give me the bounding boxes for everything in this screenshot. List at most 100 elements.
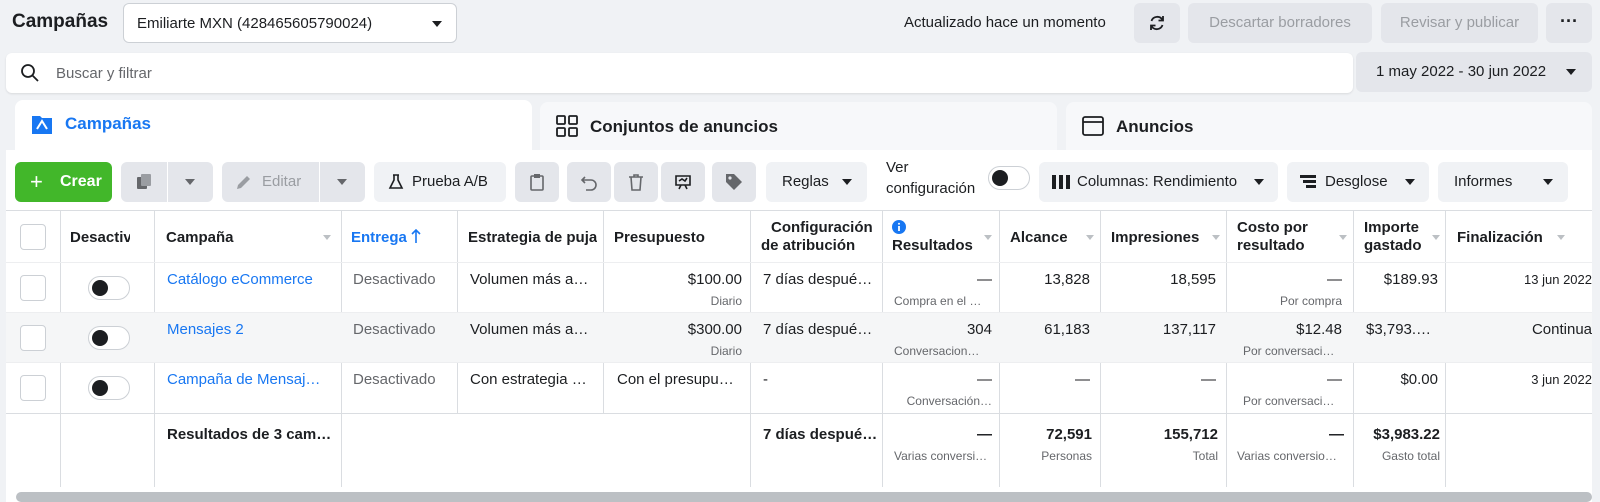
impressions-value: — — [1201, 371, 1216, 388]
horizontal-scrollbar[interactable] — [16, 492, 1592, 502]
grid-icon — [556, 115, 578, 137]
breakdown-label: Desglose — [1325, 173, 1388, 190]
campaign-name-link[interactable]: Campaña de Mensaj… — [167, 371, 337, 388]
tab-campaigns[interactable]: Campañas — [15, 100, 532, 150]
row-checkbox[interactable] — [20, 275, 46, 301]
chevron-down-icon — [185, 179, 195, 185]
results-value: 304 — [966, 321, 992, 338]
toggle-knob — [92, 280, 108, 296]
toolbar: + Crear Editar Prueba A/B Reglas Ver con… — [6, 150, 1592, 210]
end-date: 13 jun 2022 — [1524, 272, 1592, 287]
campaign-toggle[interactable] — [88, 376, 130, 400]
end-date: 3 jun 2022 — [1531, 372, 1592, 387]
account-name: Emiliarte MXN (428465605790024) — [137, 15, 373, 32]
tab-ad-sets[interactable]: Conjuntos de anuncios — [540, 102, 1057, 150]
edit-label: Editar — [262, 173, 302, 190]
chevron-down-icon — [337, 179, 347, 185]
rules-label: Reglas — [782, 173, 829, 190]
more-options-button[interactable]: ··· — [1546, 3, 1592, 43]
undo-button[interactable] — [567, 162, 611, 202]
chevron-down-icon — [1543, 179, 1553, 185]
amount-spent: $189.93 — [1383, 271, 1438, 288]
campaigns-panel: + Crear Editar Prueba A/B Reglas Ver con… — [6, 150, 1592, 502]
tab-campaigns-label: Campañas — [65, 114, 151, 133]
reach-value: 13,828 — [1044, 271, 1090, 288]
discard-drafts-button[interactable]: Descartar borradores — [1188, 3, 1372, 43]
date-range-label: 1 may 2022 - 30 jun 2022 — [1376, 63, 1547, 80]
totals-impressions: 155,712 — [1163, 426, 1218, 443]
compare-icon — [675, 175, 691, 190]
edit-menu-button[interactable] — [320, 162, 365, 202]
column-header-delivery[interactable]: Entrega — [351, 211, 451, 263]
budget-value: $300.00 — [687, 321, 742, 338]
totals-reach: 72,591 — [1046, 426, 1092, 443]
totals-results-sub: Varias conversi… — [894, 449, 988, 463]
results-value: — — [977, 271, 992, 288]
compare-button[interactable] — [661, 162, 705, 202]
cost-per-result-sub: Por conversaci… — [1243, 394, 1335, 408]
campaign-toggle[interactable] — [88, 276, 130, 300]
ab-test-button[interactable]: Prueba A/B — [374, 162, 506, 202]
columns-icon — [1052, 175, 1070, 189]
undo-icon — [580, 176, 597, 191]
amount-spent: $0.00 — [1400, 371, 1438, 388]
review-publish-button[interactable]: Revisar y publicar — [1381, 3, 1538, 43]
row-checkbox[interactable] — [20, 325, 46, 351]
plus-icon: + — [30, 169, 43, 194]
edit-button[interactable]: Editar — [222, 162, 319, 202]
tab-ads[interactable]: Anuncios — [1066, 102, 1592, 150]
top-bar: Campañas Emiliarte MXN (428465605790024)… — [0, 0, 1600, 46]
refresh-button[interactable] — [1134, 3, 1180, 43]
reports-button[interactable]: Informes — [1438, 162, 1568, 202]
account-select[interactable]: Emiliarte MXN (428465605790024) — [123, 3, 457, 43]
duplicate-menu-button[interactable] — [168, 162, 213, 202]
totals-cost-per-result: — — [1329, 426, 1344, 443]
column-header-budget[interactable]: Presupuesto — [614, 211, 744, 263]
column-header-results[interactable]: Resultados — [892, 211, 996, 263]
column-header-attribution[interactable]: Configuración de atribución — [761, 211, 876, 263]
reports-label: Informes — [1454, 173, 1513, 190]
impressions-value: 18,595 — [1170, 271, 1216, 288]
row-checkbox[interactable] — [20, 375, 46, 401]
column-header-campaign[interactable]: Campaña — [166, 211, 336, 263]
column-header-impressions[interactable]: Impresiones — [1111, 211, 1223, 263]
column-header-off[interactable]: Desactiv — [70, 211, 150, 263]
rules-button[interactable]: Reglas — [766, 162, 867, 202]
column-header-end-date[interactable]: Finalización — [1457, 211, 1592, 263]
columns-label: Columnas: Rendimiento — [1077, 173, 1238, 190]
clipboard-button[interactable] — [515, 162, 559, 202]
cost-per-result: — — [1327, 271, 1342, 288]
pencil-icon — [237, 176, 250, 189]
column-header-reach[interactable]: Alcance — [1010, 211, 1096, 263]
chevron-down-icon — [1405, 179, 1415, 185]
campaign-toggle[interactable] — [88, 326, 130, 350]
campaign-folder-icon — [32, 116, 52, 134]
arrow-up-icon — [411, 229, 421, 243]
tag-button[interactable] — [712, 162, 756, 202]
date-range-picker[interactable]: 1 may 2022 - 30 jun 2022 — [1356, 52, 1592, 92]
chevron-down-icon — [1566, 69, 1576, 75]
view-settings-toggle[interactable] — [988, 166, 1030, 190]
search-input[interactable] — [56, 61, 1256, 85]
flask-icon — [388, 174, 404, 189]
campaign-name-link[interactable]: Mensajes 2 — [167, 321, 337, 338]
column-header-bid-strategy[interactable]: Estrategia de puja — [468, 211, 598, 263]
toggle-knob — [92, 380, 108, 396]
refresh-icon — [1150, 15, 1164, 31]
column-header-amount-spent[interactable]: Importe gastado — [1364, 211, 1442, 263]
columns-button[interactable]: Columnas: Rendimiento — [1039, 162, 1278, 202]
totals-amount-spent-sub: Gasto total — [1381, 449, 1440, 463]
info-icon — [892, 220, 906, 234]
column-header-cost-per-result[interactable]: Costo por resultado — [1237, 211, 1349, 263]
trash-icon — [629, 174, 643, 191]
updated-status: Actualizado hace un momento — [904, 14, 1106, 31]
delete-button[interactable] — [614, 162, 658, 202]
results-sub: Conversacion… — [894, 344, 980, 358]
campaign-name-link[interactable]: Catálogo eCommerce — [167, 271, 337, 288]
reach-value: 61,183 — [1044, 321, 1090, 338]
duplicate-button[interactable] — [121, 162, 167, 202]
create-button[interactable]: + Crear — [15, 162, 112, 202]
breakdown-button[interactable]: Desglose — [1287, 162, 1429, 202]
attribution-setting: 7 días despué… — [763, 271, 873, 288]
select-all-checkbox[interactable] — [20, 224, 46, 250]
